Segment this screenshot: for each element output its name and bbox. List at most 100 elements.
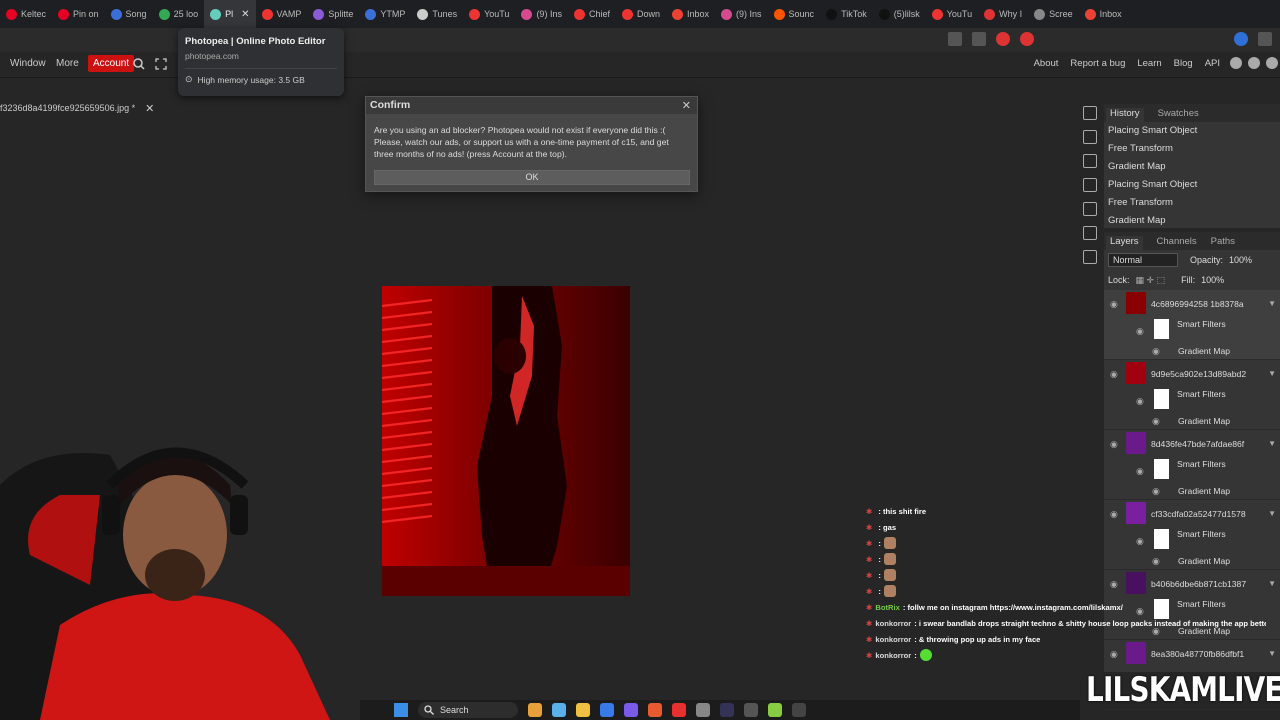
browser-tab[interactable]: YTMP: [359, 0, 411, 28]
css-icon[interactable]: [1083, 226, 1097, 240]
browser-tab[interactable]: VAMP: [256, 0, 308, 28]
link-learn[interactable]: Learn: [1137, 58, 1161, 69]
opacity-value[interactable]: 100%: [1229, 255, 1252, 265]
history-item[interactable]: Gradient Map: [1104, 158, 1280, 176]
browser-tab[interactable]: Song: [105, 0, 153, 28]
app-icon[interactable]: [624, 703, 638, 717]
app-icon[interactable]: [744, 703, 758, 717]
tab-history[interactable]: History: [1106, 108, 1144, 122]
close-tab-icon[interactable]: ✕: [241, 9, 249, 20]
blend-mode-select[interactable]: Normal: [1108, 253, 1178, 267]
search-icon[interactable]: [133, 58, 145, 70]
layer-row[interactable]: ◉ 4c6896994258 1b8378a ▼ ◉ Smart Filters ◉ Gra…: [1104, 290, 1280, 360]
chevron-down-icon[interactable]: ▼: [1268, 299, 1276, 308]
chat-username[interactable]: konkorror: [875, 619, 911, 628]
browser-tab[interactable]: YouTu: [463, 0, 515, 28]
history-item[interactable]: Gradient Map: [1104, 212, 1280, 230]
paragraph-icon[interactable]: [1083, 202, 1097, 216]
screen-icon[interactable]: [948, 32, 962, 46]
taskbar-search[interactable]: Search: [418, 702, 518, 718]
browser-tab[interactable]: Down: [616, 0, 666, 28]
copilot-icon[interactable]: [552, 703, 566, 717]
profile-icon[interactable]: [1258, 32, 1272, 46]
chevron-down-icon[interactable]: ▼: [1268, 649, 1276, 658]
chevron-down-icon[interactable]: ▼: [1268, 579, 1276, 588]
brave-icon[interactable]: [672, 703, 686, 717]
browser-tab[interactable]: 25 loo: [153, 0, 205, 28]
share-icon[interactable]: [972, 32, 986, 46]
visibility-eye-icon[interactable]: ◉: [1152, 486, 1160, 497]
layer-row[interactable]: ◉ 8d436fe47bde7afdae86f ▼ ◉ Smart Filters ◉ Gr…: [1104, 430, 1280, 500]
browser-tab[interactable]: (9) Ins: [515, 0, 568, 28]
browser-tab[interactable]: Scree: [1028, 0, 1079, 28]
history-item[interactable]: Placing Smart Object: [1104, 176, 1280, 194]
browser-tab[interactable]: Pin on: [52, 0, 105, 28]
reddit-icon[interactable]: [1230, 57, 1242, 69]
history-item[interactable]: Free Transform: [1104, 194, 1280, 212]
visibility-eye-icon[interactable]: ◉: [1136, 326, 1144, 337]
visibility-eye-icon[interactable]: ◉: [1152, 346, 1160, 357]
file-explorer-icon[interactable]: [576, 703, 590, 717]
browser-tab[interactable]: (9) Ins: [715, 0, 768, 28]
close-icon[interactable]: ✕: [682, 99, 691, 112]
ok-button[interactable]: OK: [374, 170, 690, 185]
browser-tab[interactable]: Tunes: [411, 0, 463, 28]
browser-tab[interactable]: (5)lilsk: [873, 0, 926, 28]
windows-start-icon[interactable]: [394, 703, 408, 717]
twitter-icon[interactable]: [1248, 57, 1260, 69]
facebook-icon[interactable]: [1266, 57, 1278, 69]
history-item[interactable]: Free Transform: [1104, 140, 1280, 158]
visibility-eye-icon[interactable]: ◉: [1136, 466, 1144, 477]
browser-tab[interactable]: YouTu: [926, 0, 978, 28]
canvas-image[interactable]: [382, 286, 630, 596]
browser-tab[interactable]: Keltec: [0, 0, 52, 28]
info-icon[interactable]: [1083, 106, 1097, 120]
tab-layers[interactable]: Layers: [1106, 236, 1143, 250]
lock-icons[interactable]: ▦ ✛ ⬚: [1136, 275, 1166, 286]
browser-tab[interactable]: Sounc: [768, 0, 821, 28]
visibility-eye-icon[interactable]: ◉: [1136, 396, 1144, 407]
tab-paths[interactable]: Paths: [1211, 236, 1235, 250]
link-report-bug[interactable]: Report a bug: [1070, 58, 1125, 69]
fill-value[interactable]: 100%: [1201, 275, 1224, 285]
link-about[interactable]: About: [1034, 58, 1059, 69]
browser-tab[interactable]: TikTok: [820, 0, 873, 28]
chat-username[interactable]: konkorror: [875, 651, 911, 660]
app-icon[interactable]: [768, 703, 782, 717]
filter-name[interactable]: Gradient Map: [1178, 346, 1230, 356]
visibility-eye-icon[interactable]: ◉: [1110, 369, 1118, 380]
layer-row[interactable]: ◉ 9d9e5ca902e13d89abd2 ▼ ◉ Smart Filters ◉ Gra…: [1104, 360, 1280, 430]
chevron-down-icon[interactable]: ▼: [1268, 439, 1276, 448]
app-icon[interactable]: [696, 703, 710, 717]
tab-channels[interactable]: Channels: [1157, 236, 1197, 250]
chevron-down-icon[interactable]: ▼: [1268, 369, 1276, 378]
visibility-eye-icon[interactable]: ◉: [1110, 439, 1118, 450]
link-blog[interactable]: Blog: [1174, 58, 1193, 69]
image-icon[interactable]: [1083, 250, 1097, 264]
browser-tab[interactable]: Inbox: [666, 0, 715, 28]
tab-swatches[interactable]: Swatches: [1158, 108, 1199, 122]
document-tab[interactable]: f3236d8a4199fce925659506.jpg * ✕: [0, 100, 154, 116]
widgets-icon[interactable]: [528, 703, 542, 717]
chat-username[interactable]: konkorror: [875, 635, 911, 644]
menu-window[interactable]: Window: [10, 58, 46, 69]
visibility-eye-icon[interactable]: ◉: [1152, 416, 1160, 427]
menu-more[interactable]: More: [56, 58, 79, 69]
browser-tab[interactable]: Chief: [568, 0, 616, 28]
app-icon[interactable]: [648, 703, 662, 717]
chat-username[interactable]: BotRix: [875, 603, 899, 612]
properties-icon[interactable]: [1083, 130, 1097, 144]
close-icon[interactable]: ✕: [145, 102, 154, 115]
browser-tab[interactable]: Why I: [978, 0, 1028, 28]
browser-tab[interactable]: Pl ✕: [204, 0, 256, 28]
steam-icon[interactable]: [720, 703, 734, 717]
filter-name[interactable]: Gradient Map: [1178, 416, 1230, 426]
account-button[interactable]: Account: [88, 55, 135, 72]
browser-tab[interactable]: Inbox: [1079, 0, 1128, 28]
browser-tab[interactable]: Splitte: [307, 0, 359, 28]
visibility-eye-icon[interactable]: ◉: [1110, 299, 1118, 310]
store-icon[interactable]: [600, 703, 614, 717]
filter-name[interactable]: Gradient Map: [1178, 486, 1230, 496]
app-icon[interactable]: [792, 703, 806, 717]
extension-icon[interactable]: [1234, 32, 1248, 46]
